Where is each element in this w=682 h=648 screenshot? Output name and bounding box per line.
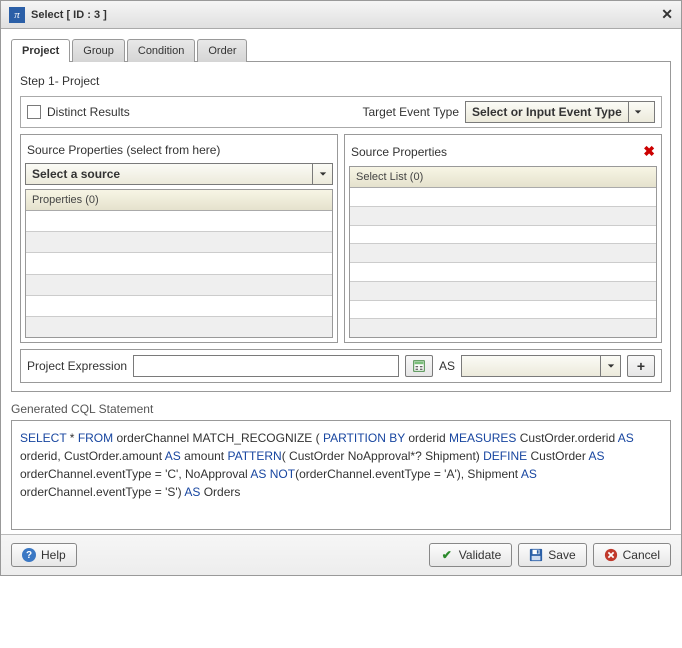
left-source-panel: Source Properties (select from here) Sel… bbox=[20, 134, 338, 343]
dialog-footer: ? Help ✔ Validate Save Cancel bbox=[1, 534, 681, 575]
dialog-body: Project Group Condition Order Step 1- Pr… bbox=[1, 29, 681, 534]
source-select-value: Select a source bbox=[26, 167, 312, 181]
window-title: Select [ ID : 3 ] bbox=[31, 9, 661, 21]
properties-grid-rows bbox=[26, 211, 332, 337]
selectlist-grid: Select List (0) bbox=[349, 166, 657, 338]
table-row[interactable] bbox=[26, 232, 332, 253]
chevron-down-icon[interactable] bbox=[600, 356, 620, 376]
chevron-down-icon[interactable] bbox=[628, 102, 648, 122]
right-source-title: Source Properties ✖ bbox=[349, 139, 657, 166]
table-row[interactable] bbox=[350, 301, 656, 320]
target-event-type-select[interactable]: Select or Input Event Type bbox=[465, 101, 655, 123]
left-source-title: Source Properties (select from here) bbox=[25, 139, 333, 163]
tabstrip: Project Group Condition Order bbox=[11, 39, 671, 62]
help-icon: ? bbox=[22, 548, 36, 562]
target-event-type-value: Select or Input Event Type bbox=[466, 105, 628, 119]
cancel-label: Cancel bbox=[623, 548, 660, 562]
distinct-label: Distinct Results bbox=[47, 105, 130, 119]
cancel-button[interactable]: Cancel bbox=[593, 543, 671, 567]
check-icon: ✔ bbox=[440, 548, 454, 562]
cql-statement-box: SELECT * FROM orderChannel MATCH_RECOGNI… bbox=[11, 420, 671, 530]
table-row[interactable] bbox=[350, 207, 656, 226]
titlebar: π Select [ ID : 3 ] ✕ bbox=[1, 1, 681, 29]
tab-panel-project: Step 1- Project Distinct Results Target … bbox=[11, 61, 671, 392]
table-row[interactable] bbox=[26, 275, 332, 296]
right-source-panel: Source Properties ✖ Select List (0) bbox=[344, 134, 662, 343]
table-row[interactable] bbox=[350, 188, 656, 207]
as-label: AS bbox=[439, 359, 455, 373]
left-source-title-text: Source Properties (select from here) bbox=[27, 143, 220, 157]
source-columns: Source Properties (select from here) Sel… bbox=[20, 134, 662, 343]
table-row[interactable] bbox=[26, 317, 332, 337]
chevron-down-icon[interactable] bbox=[312, 164, 332, 184]
expression-builder-button[interactable] bbox=[405, 355, 433, 377]
tab-condition[interactable]: Condition bbox=[127, 39, 195, 62]
table-row[interactable] bbox=[350, 263, 656, 282]
distinct-target-row: Distinct Results Target Event Type Selec… bbox=[20, 96, 662, 128]
selectlist-grid-rows bbox=[350, 188, 656, 337]
cql-section: Generated CQL Statement SELECT * FROM or… bbox=[11, 402, 671, 530]
table-row[interactable] bbox=[26, 211, 332, 232]
close-icon[interactable]: ✕ bbox=[661, 6, 673, 23]
table-row[interactable] bbox=[26, 253, 332, 274]
save-label: Save bbox=[548, 548, 575, 562]
selectlist-grid-header: Select List (0) bbox=[350, 167, 656, 188]
validate-button[interactable]: ✔ Validate bbox=[429, 543, 512, 567]
table-row[interactable] bbox=[350, 282, 656, 301]
source-select[interactable]: Select a source bbox=[25, 163, 333, 185]
as-select[interactable] bbox=[461, 355, 621, 377]
save-button[interactable]: Save bbox=[518, 543, 586, 567]
help-label: Help bbox=[41, 548, 66, 562]
project-expression-input[interactable] bbox=[133, 355, 399, 377]
distinct-checkbox[interactable] bbox=[27, 105, 41, 119]
table-row[interactable] bbox=[350, 226, 656, 245]
save-icon bbox=[529, 548, 543, 562]
target-event-type-label: Target Event Type bbox=[362, 105, 459, 119]
dialog: π Select [ ID : 3 ] ✕ Project Group Cond… bbox=[0, 0, 682, 576]
add-button[interactable]: + bbox=[627, 355, 655, 377]
cancel-icon bbox=[604, 548, 618, 562]
tab-order[interactable]: Order bbox=[197, 39, 247, 62]
help-button[interactable]: ? Help bbox=[11, 543, 77, 567]
project-expression-label: Project Expression bbox=[27, 359, 127, 373]
table-row[interactable] bbox=[26, 296, 332, 317]
step-label: Step 1- Project bbox=[20, 74, 662, 88]
tab-group[interactable]: Group bbox=[72, 39, 125, 62]
properties-grid: Properties (0) bbox=[25, 189, 333, 338]
properties-grid-header: Properties (0) bbox=[26, 190, 332, 211]
cql-title: Generated CQL Statement bbox=[11, 402, 671, 416]
project-expression-row: Project Expression AS + bbox=[20, 349, 662, 383]
table-row[interactable] bbox=[350, 244, 656, 263]
validate-label: Validate bbox=[459, 548, 501, 562]
right-source-title-text: Source Properties bbox=[351, 145, 447, 159]
source-select-row: Select a source bbox=[25, 163, 333, 185]
delete-icon[interactable]: ✖ bbox=[643, 143, 655, 160]
app-icon: π bbox=[9, 7, 25, 23]
table-row[interactable] bbox=[350, 319, 656, 337]
tab-project[interactable]: Project bbox=[11, 39, 70, 62]
